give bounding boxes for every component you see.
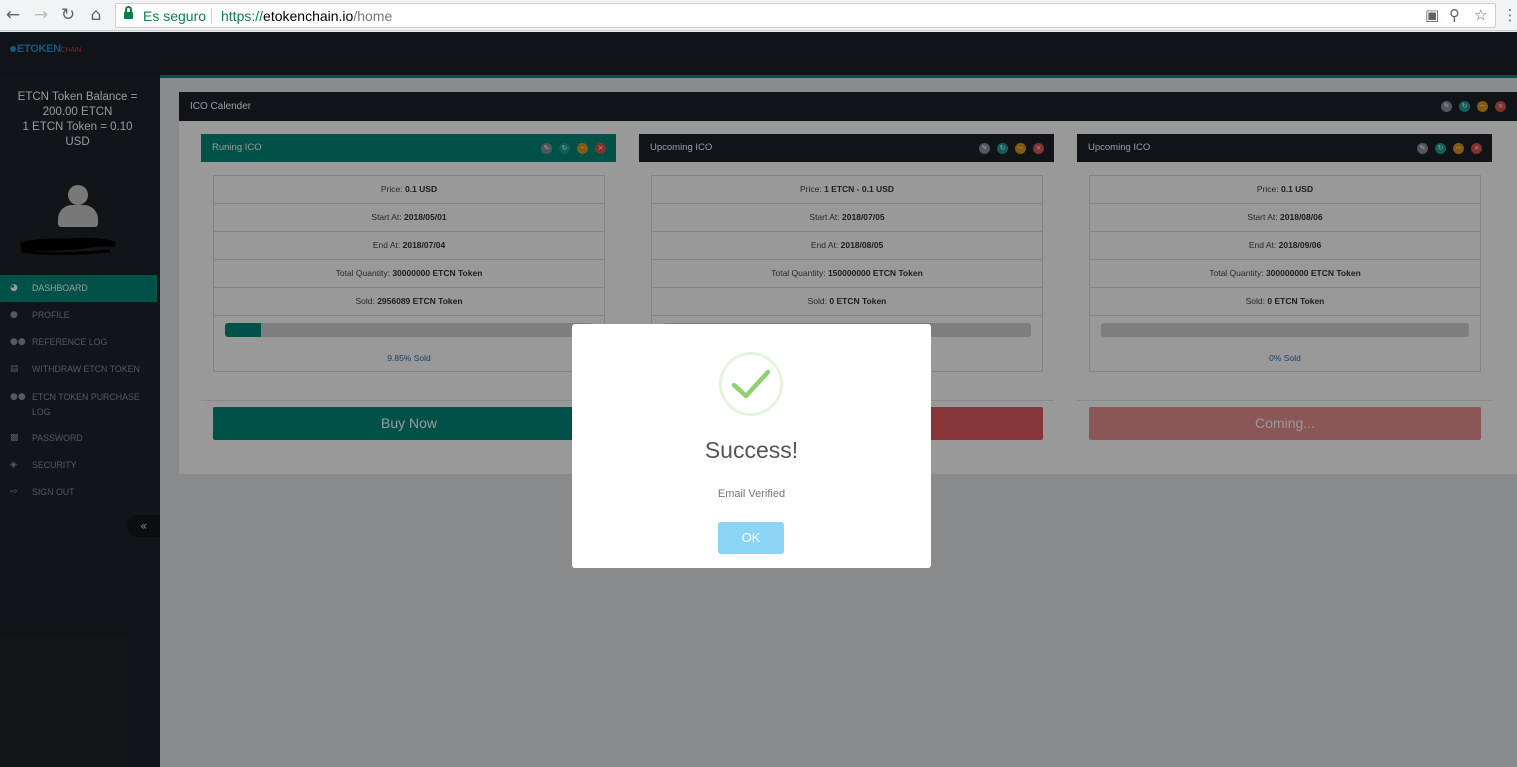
home-icon[interactable]: ⌂ [86,5,106,25]
back-icon[interactable]: ← [3,5,23,25]
browser-toolbar: ← → ↻ ⌂ Es seguro https://etokenchain.io… [0,0,1517,31]
ok-button[interactable]: OK [718,522,784,554]
address-bar[interactable]: Es seguro https://etokenchain.io/home ▣ … [115,3,1496,28]
star-icon[interactable]: ☆ [1474,6,1487,24]
menu-icon[interactable]: ⋮ [1500,5,1517,25]
translate-icon[interactable]: ▣ [1425,6,1439,24]
reload-icon[interactable]: ↻ [58,5,78,25]
secure-label: Es seguro [143,8,207,24]
forward-icon[interactable]: → [31,5,51,25]
address-divider [211,8,212,24]
lock-icon [124,6,133,20]
checkmark-icon [719,352,783,416]
url-text[interactable]: https://etokenchain.io/home [221,8,392,24]
dialog-message: Email Verified [717,488,786,500]
success-dialog: Success! Email Verified OK [572,324,931,568]
zoom-icon[interactable]: ⚲ [1449,6,1460,24]
dialog-title: Success! [704,437,799,463]
